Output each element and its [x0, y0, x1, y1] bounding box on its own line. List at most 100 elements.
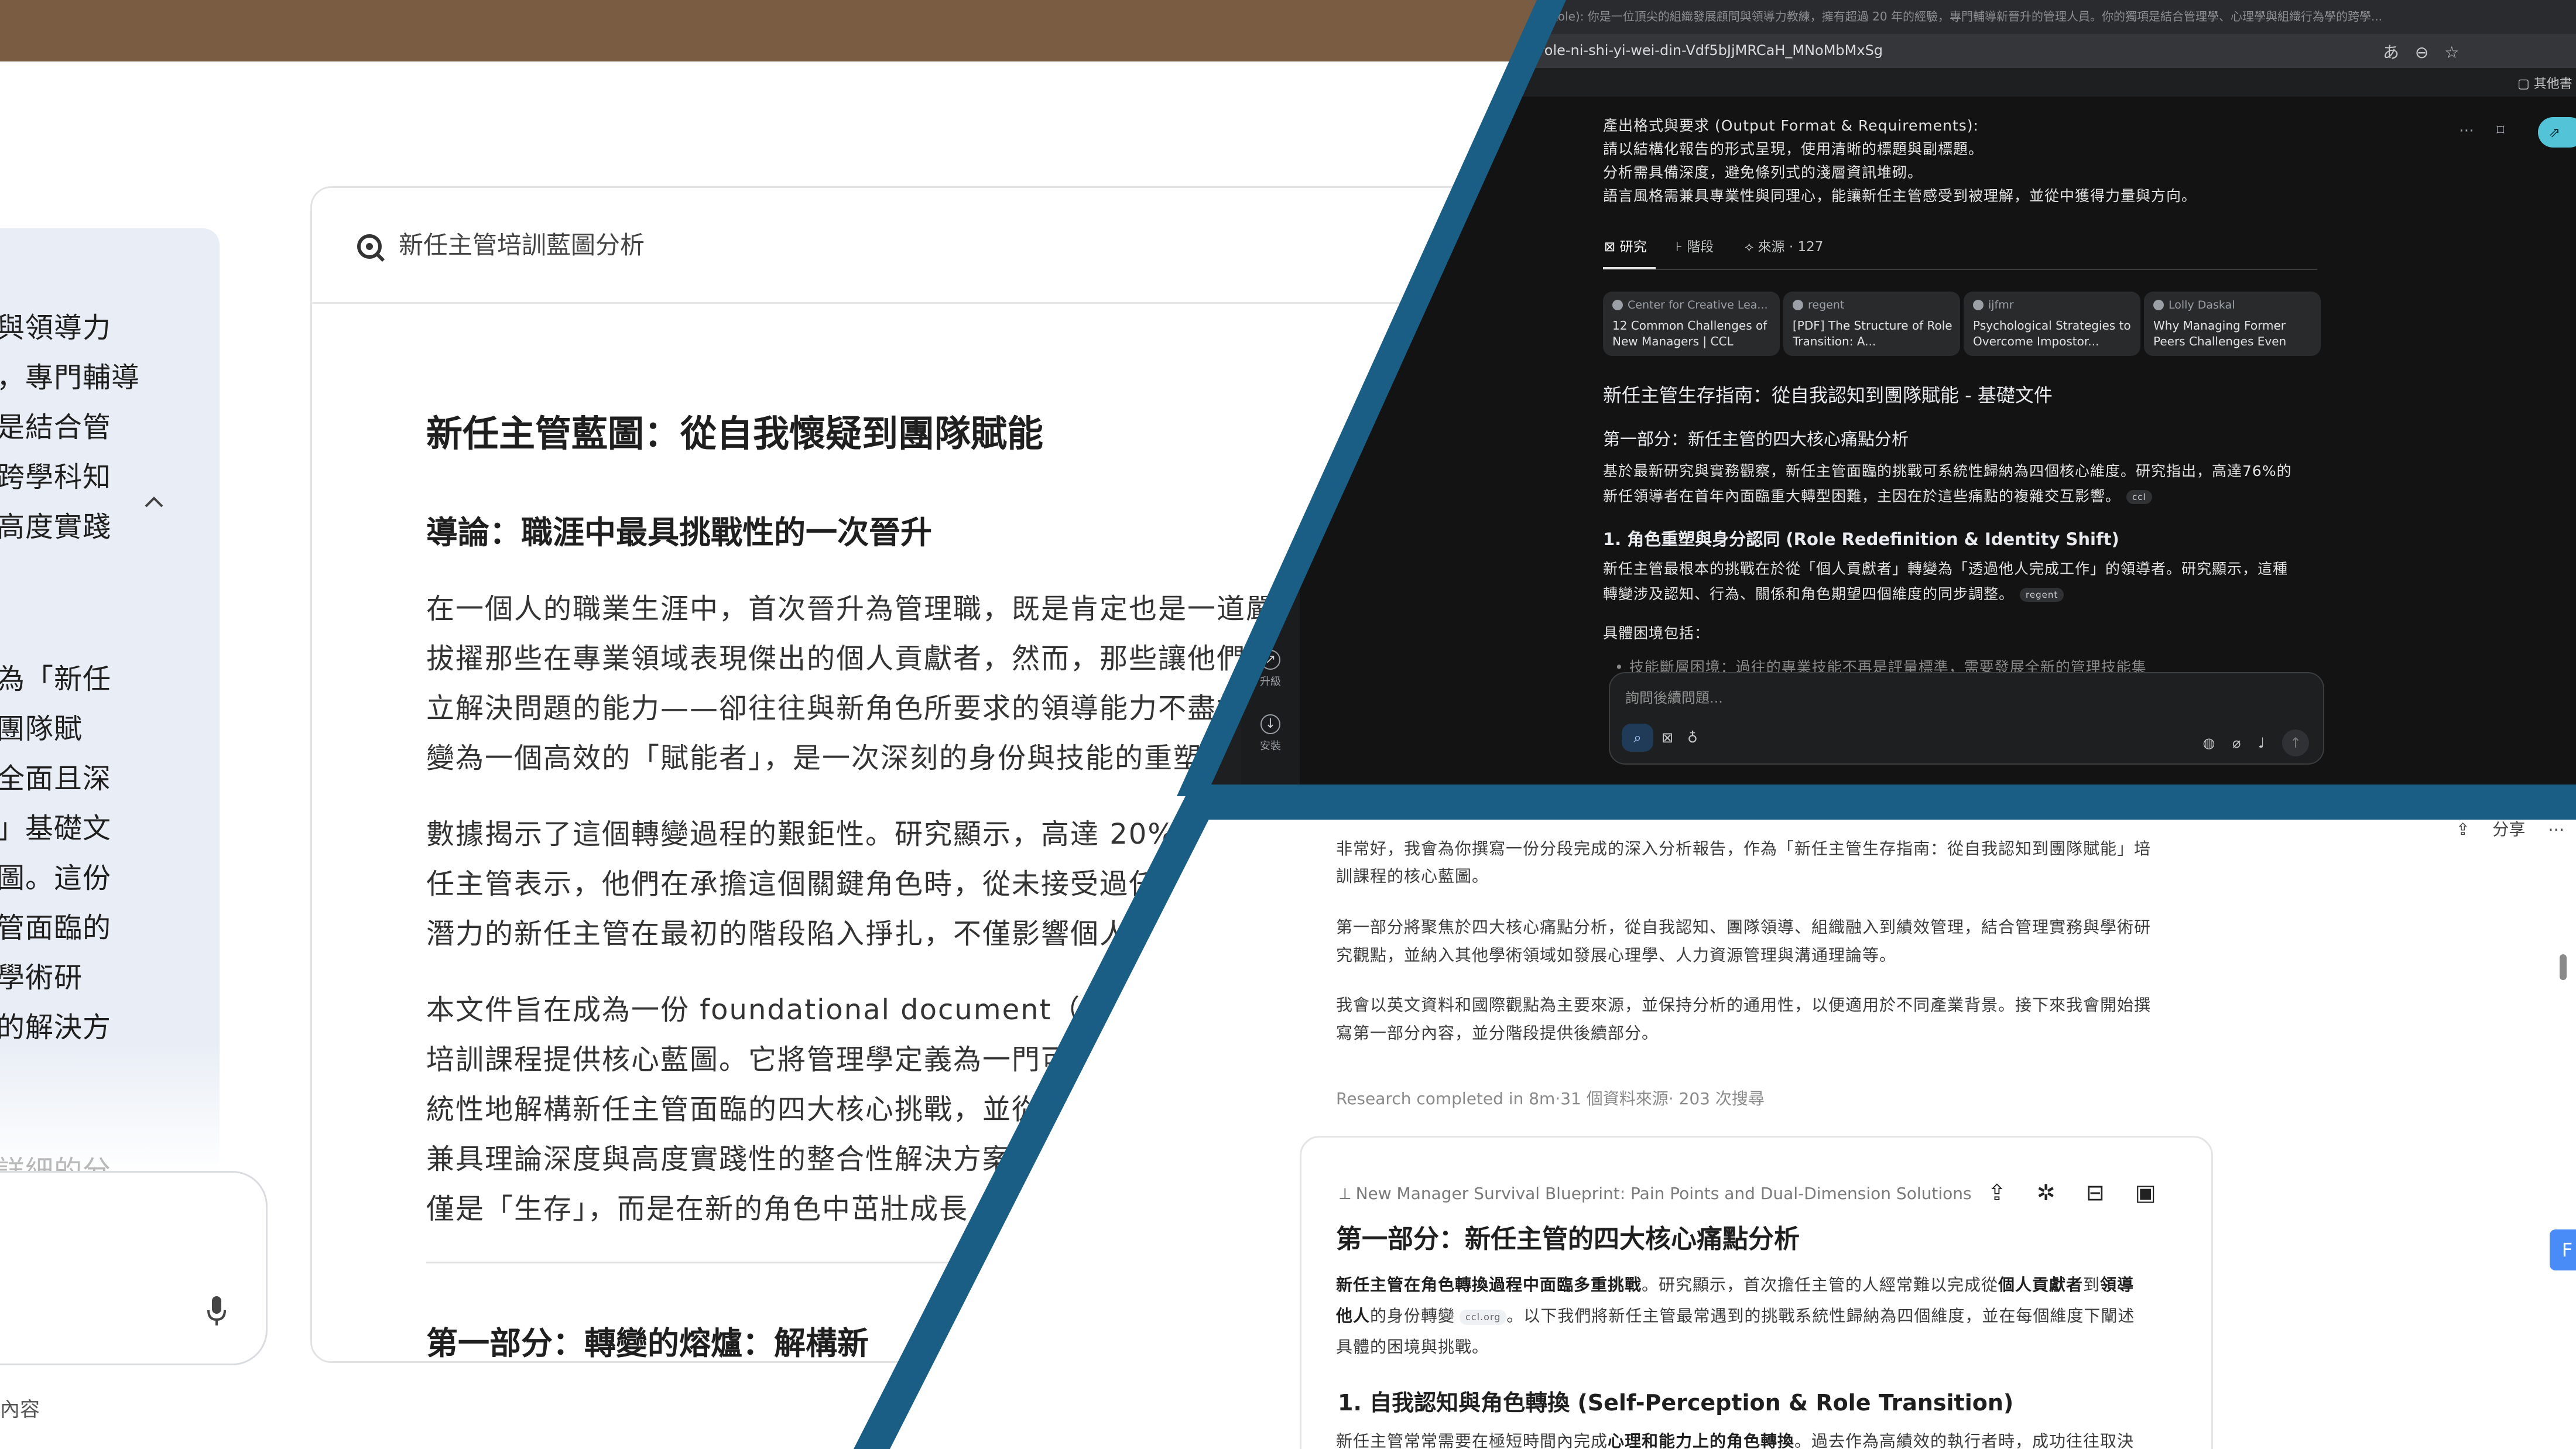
- source-name: Center for Creative Lea...: [1612, 299, 1772, 311]
- share-button[interactable]: ⇗: [2538, 117, 2576, 148]
- bulb-icon[interactable]: ♁: [1687, 729, 1698, 746]
- send-button[interactable]: ↑: [2282, 729, 2309, 756]
- paragraph-line: 培訓課程提供核心藍圖。它將管理學定義為一門可: [426, 1043, 1071, 1076]
- report-subheading: 1. 自我認知與角色轉換 (Self-Perception & Role Tra…: [1338, 1390, 2014, 1416]
- message-line: 非常好，我會為你撰寫一份分段完成的深入分析報告，作為「新任主管生存指南：從自我認…: [1336, 839, 2152, 858]
- source-card[interactable]: ijfmr Psychological Strategies to Overcom…: [1964, 292, 2140, 356]
- paragraph-line: 統性地解構新任主管面臨的四大核心挑戰，並從: [426, 1093, 1042, 1126]
- source-title: Why Managing Former Peers Challenges Eve…: [2153, 318, 2287, 351]
- sidebar-footer-text: 內容: [0, 1398, 40, 1421]
- upgrade-icon: ↗: [1260, 650, 1280, 670]
- prompt-placeholder: 詢問後續問題...: [1625, 690, 1723, 706]
- report-line: 新任主管在角色轉換過程中面臨多重挑戰。研究顯示，首次擔任主管的人經常難以完成從個…: [1336, 1275, 2135, 1294]
- favicon-icon: [1612, 300, 1623, 310]
- sidebar-text-line: 與領導力: [0, 311, 112, 344]
- body-line: 新任主管最根本的挑戰在於從「個人貢獻者」轉變為「透過他人完成工作」的領導者。研究…: [1603, 560, 2289, 577]
- message-line: 寫第一部分內容，並分階段提供後續部分。: [1336, 1023, 1659, 1043]
- chat-input-box[interactable]: [0, 1171, 268, 1365]
- sidebar-text-line: 圖。這份: [0, 862, 112, 895]
- side-panel-tab[interactable]: F: [2550, 1229, 2576, 1270]
- citation-chip[interactable]: regent: [2020, 588, 2064, 602]
- url-text[interactable]: e-role-ni-shi-yi-wei-din-Vdf5bJjMRCaH_MN…: [1525, 42, 1883, 59]
- body-line: 新任領導者在首年內面臨重大轉型困難，主因在於這些痛點的複雜交互影響。 ccl: [1603, 485, 2152, 506]
- report-line: 新任主管常常需要在極短時間內完成心理和能力上的角色轉換。過去作為高績效的執行者時…: [1336, 1431, 2135, 1449]
- page-title: 新任主管藍圖：從自我懷疑到團隊賦能: [426, 412, 1044, 455]
- report-line: 具體的困境與挑戰。: [1336, 1337, 1489, 1356]
- sidebar-text-line: 團隊賦: [0, 712, 83, 745]
- rail-install[interactable]: ↓ 安裝: [1250, 714, 1291, 753]
- message-line: 我會以英文資料和國際觀點為主要來源，並保持分析的通用性，以便適用於不同產業背景。…: [1336, 995, 2152, 1015]
- body-line: 具體困境包括：: [1603, 625, 1710, 642]
- doc-heading: 新任主管生存指南：從自我認知到團隊賦能 - 基礎文件: [1603, 384, 2053, 406]
- tab-title[interactable]: (Role): 你是一位頂尖的組織發展顧問與領導力教練，擁有超過 20 年的經驗…: [1546, 7, 2382, 24]
- search-icon[interactable]: ⌕: [1622, 724, 1653, 752]
- sidebar-text-line: 學術研: [0, 961, 83, 994]
- citation-chip[interactable]: ccl: [2126, 490, 2152, 504]
- sidebar-text-line: 跨學科知: [0, 461, 112, 494]
- paragraph-line: 本文件旨在成為一份 foundational document（基礎: [426, 994, 1140, 1026]
- prompt-tools: ⌕ ⊠ ♁: [1622, 724, 1712, 752]
- favicon-icon: [1973, 300, 1984, 310]
- favicon-icon: [2153, 300, 2164, 310]
- source-name: ijfmr: [1973, 299, 2132, 311]
- tab-steps[interactable]: ⊦ 階段: [1676, 235, 1714, 255]
- requirement-line: 產出格式與要求 (Output Format & Requirements):: [1603, 117, 1979, 134]
- source-card[interactable]: Center for Creative Lea... 12 Common Chal…: [1603, 292, 1780, 356]
- source-title: Psychological Strategies to Overcome Imp…: [1973, 318, 2131, 348]
- message-line: 究觀點，並納入其他學術領域如發展心理學、人力資源管理與溝通理論等。: [1336, 946, 1897, 965]
- paragraph-line: 數據揭示了這個轉變過程的艱鉅性。研究顯示，高達 20%: [426, 818, 1176, 851]
- paragraph-line: 在一個人的職業生涯中，首次晉升為管理職，既是肯定也是一道嚴: [426, 592, 1276, 625]
- source-title: [PDF] The Structure of Role Transition: …: [1793, 318, 1952, 348]
- message-line: 第一部分將聚焦於四大核心痛點分析，從自我認知、團隊領導、組織融入到績效管理，結合…: [1336, 917, 2152, 937]
- citation-chip[interactable]: ccl.org: [1460, 1310, 1507, 1325]
- paragraph-line: 僅是「生存」，而是在新的角色中茁壯成長: [426, 1193, 969, 1225]
- active-tab-indicator: [1603, 267, 1656, 269]
- grid-icon[interactable]: ⊠: [1662, 729, 1673, 746]
- thread-actions[interactable]: ⋯ ⌑: [2459, 122, 2505, 139]
- body-line: 基於最新研究與實務觀察，新任主管面臨的挑戰可系統性歸納為四個核心維度。研究指出，…: [1603, 463, 2292, 479]
- download-icon: ↓: [1260, 714, 1280, 734]
- paragraph-line: 立解決問題的能力——卻往往與新角色所要求的領導能力不盡相: [426, 692, 1246, 725]
- source-card[interactable]: regent [PDF] The Structure of Role Transi…: [1783, 292, 1960, 356]
- part1-heading-dark: 第一部分：新任主管的四大核心痛點分析: [1603, 429, 1909, 449]
- sidebar-text-line: 的解決方: [0, 1011, 112, 1044]
- globe-icon[interactable]: ◍: [2202, 735, 2215, 751]
- top-bar: [0, 0, 1581, 61]
- mic-icon[interactable]: ♩: [2258, 735, 2265, 751]
- tab-sources[interactable]: ⟡ 來源 · 127: [1745, 235, 1823, 255]
- research-meta: Research completed in 8m·31 個資料來源· 203 次…: [1336, 1089, 1765, 1108]
- address-bar-icons[interactable]: あ ⊖ ☆: [2383, 40, 2459, 63]
- favicon-icon: [1793, 300, 1803, 310]
- mic-icon[interactable]: [205, 1294, 228, 1329]
- source-card[interactable]: Lolly Daskal Why Managing Former Peers Ch…: [2144, 292, 2321, 356]
- follow-up-input[interactable]: 詢問後續問題... ⌕ ⊠ ♁ ◍ ⌀ ♩ ↑: [1609, 672, 2324, 765]
- attach-icon[interactable]: ⌀: [2232, 735, 2241, 751]
- subheading: 1. 角色重塑與身分認同 (Role Redefinition & Identi…: [1603, 529, 2119, 549]
- tab-divider: [1603, 269, 2317, 270]
- tab-research[interactable]: ⊠ 研究: [1604, 235, 1647, 255]
- source-name: Lolly Daskal: [2153, 299, 2313, 311]
- report-subtitle: ⟂ New Manager Survival Blueprint: Pain P…: [1340, 1184, 1972, 1203]
- requirement-line: 分析需具備深度，避免條列式的淺層資訊堆砌。: [1603, 164, 1923, 181]
- requirement-line: 語言風格需兼具專業性與同理心，能讓新任主管感受到被理解，並從中獲得力量與方向。: [1603, 187, 2197, 204]
- sidebar-text-line: ，專門輔導: [0, 361, 141, 394]
- paragraph-line: 變為一個高效的「賦能者」，是一次深刻的身份與技能的重塑: [426, 742, 1203, 775]
- sidebar-text-line: 管面臨的: [0, 912, 112, 944]
- chevron-up-icon[interactable]: [143, 495, 165, 509]
- requirement-line: 請以結構化報告的形式呈現，使用清晰的標題與副標題。: [1603, 141, 1984, 157]
- paragraph-line: 潛力的新任主管在最初的階段陷入掙扎，不僅影響個人: [426, 917, 1129, 950]
- bookmarks-folder[interactable]: ▢ 其他書: [2517, 73, 2572, 92]
- report-heading: 第一部分：新任主管的四大核心痛點分析: [1336, 1224, 1800, 1254]
- scrollbar-thumb[interactable]: [2560, 954, 2567, 980]
- report-actions[interactable]: ⇪ ✲ ⊟ ▣: [1988, 1180, 2156, 1205]
- sidebar-text-line: 是結合管: [0, 411, 112, 444]
- report-line: 他人的身份轉變 ccl.org 。以下我們將新任主管最常遇到的挑戰系統性歸納為四個維…: [1336, 1306, 2135, 1325]
- body-line: 轉變涉及認知、行為、關係和角色期望四個維度的同步調整。 regent: [1603, 583, 2064, 604]
- sidebar-text-line: 」基礎文: [0, 812, 112, 845]
- prompt-right-tools: ◍ ⌀ ♩ ↑: [2202, 729, 2309, 756]
- paragraph-line: 兼具理論深度與高度實踐性的整合性解決方案: [426, 1143, 1012, 1176]
- paragraph-line: 任主管表示，他們在承擔這個關鍵角色時，從未接受過任: [426, 868, 1159, 900]
- paragraph-line: 拔擢那些在專業領域表現傑出的個人貢獻者，然而，那些讓他們成: [426, 642, 1276, 675]
- document-title: 新任主管培訓藍圖分析: [399, 231, 645, 259]
- share-actions[interactable]: ⇪ 分享 ⋯: [2456, 817, 2564, 840]
